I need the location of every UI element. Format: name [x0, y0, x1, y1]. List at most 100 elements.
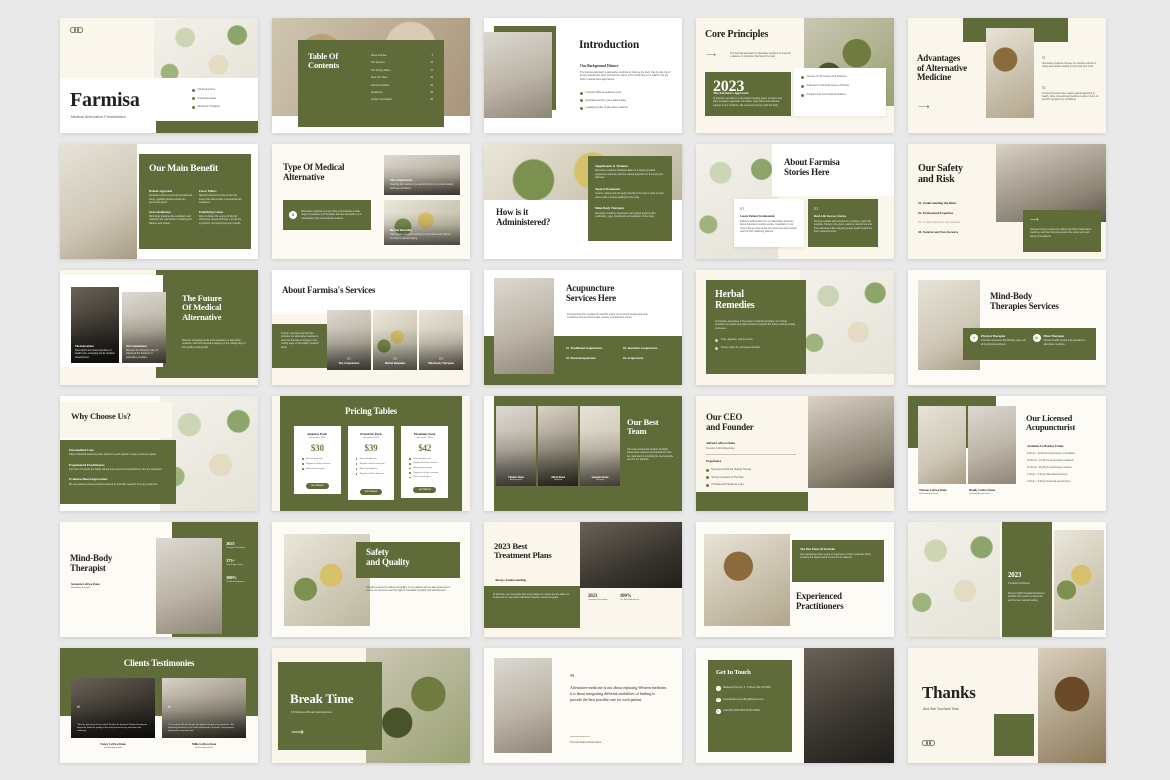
arrow-right-icon: ⟶ — [706, 52, 717, 59]
ep-photo-1 — [704, 534, 790, 626]
ceo-section: Experience — [706, 459, 722, 463]
slide-about-stories[interactable]: About Farmisa Stories Here 01 Latest Pat… — [696, 144, 894, 259]
team-photo-2[interactable]: Alfred Dane Herbalist — [538, 406, 578, 486]
mbs-card: ✿ Mind Therapies Mental simplify mental … — [1032, 334, 1090, 354]
type-card-photo-2[interactable]: Herbal Remedies Uses plants and plant ex… — [384, 200, 460, 245]
core-card: 2023 The Farmisa's approach At Farmisa, … — [705, 72, 791, 116]
slide-acupuncture[interactable]: Acupuncture Services Here Find inserting… — [484, 270, 682, 385]
slide-quotation[interactable]: “ Alternative medicine is not about repl… — [484, 648, 682, 763]
team-photo-3[interactable]: Samanta Dane Therapist — [580, 406, 620, 486]
benefit-items: Holistic Approach Considers whole person… — [149, 189, 243, 225]
pricing-cta-premium[interactable]: Get Started — [359, 488, 383, 495]
pricing-card-premium[interactable]: Premium Pack per month / 2023 $39 Free o… — [347, 426, 395, 500]
ct-card-2[interactable]: “ "It's a natural with the therapy that … — [162, 678, 246, 738]
ct-card-1[interactable]: “ "Was the place best of care which Farm… — [71, 678, 155, 738]
slide-mindbody-services[interactable]: Mind-Body Therapies Services ✦ Physical … — [908, 270, 1106, 385]
pf-subtitle: Therapist Techniques — [1008, 583, 1030, 585]
check-dot-icon — [355, 463, 358, 465]
slide-introduction[interactable]: Introduction Our Background History The … — [484, 18, 682, 133]
check-dot-icon — [302, 468, 304, 470]
pricing-cta-platinum[interactable]: Get Started — [413, 486, 437, 493]
slide-cover[interactable]: Farmisa Medical Alternative Presentation… — [60, 18, 258, 133]
divider — [570, 736, 590, 737]
slide-pricing[interactable]: Pricing Tables Regular Pack per month / … — [272, 396, 470, 511]
slide-future-medical[interactable]: The Innovations New topics and newer pra… — [60, 270, 258, 385]
tp-title: 2023 Best Treatment Plans — [494, 541, 552, 561]
why-item: Personalized Care Offers individual trea… — [69, 448, 157, 457]
bullet-dot-icon — [706, 483, 709, 487]
service-card-3[interactable]: 03 Mind-body Therapies — [419, 310, 463, 370]
check-dot-icon — [302, 463, 304, 465]
future-photo-1[interactable]: The Innovations New topics and newer pra… — [71, 287, 119, 363]
slide-table-of-contents[interactable]: Table Of Contents About Farmisa 3 Our Ser… — [272, 18, 470, 133]
slide-safety-risk[interactable]: Our Safety and Risk 01. Understanding th… — [908, 144, 1106, 259]
slide-experienced-practitioners[interactable]: The Best Point Of Portfolio Our practiti… — [696, 522, 894, 637]
slide-advantages[interactable]: Advantages of Alternative Medicine ⟶ 01 … — [908, 18, 1106, 133]
tp-stat: 2023 Therapist Techniques — [588, 594, 608, 602]
adv-num-1: 01 — [1042, 56, 1046, 60]
bullet-dot-icon — [715, 346, 718, 350]
benefit-item: Holistic Approach Considers whole person… — [149, 189, 193, 205]
mbs-card-strip: ✦ Physical Therapies Treat the movement … — [963, 328, 1096, 360]
stories-card-1[interactable]: 01 Latest Patient Testimonials Patients … — [734, 199, 804, 247]
slide-mindbody-therapist[interactable]: Mind-Body Therapist Samanta LeDwa Dane M… — [60, 522, 258, 637]
mind-therapy-icon: ✿ — [1032, 334, 1041, 342]
bullet-dot-icon — [715, 338, 718, 342]
safety-title: Our Safety and Risk — [918, 163, 963, 185]
slide-thanks[interactable]: Thanks And See You Next Time — [908, 648, 1106, 763]
slide-licensed-acupuncturist[interactable]: Thomas LeDwa Dane Senior Acupuncturist R… — [908, 396, 1106, 511]
herbal-title: Herbal Remedies — [715, 289, 755, 311]
type-card-photo-1[interactable]: The Acupuncture Inserting thin needles i… — [384, 155, 460, 195]
slide-testimonies[interactable]: Clients Testimonies “ "Was the place bes… — [60, 648, 258, 763]
slide-how-administered[interactable]: How is it Administered? Supplements & Vi… — [484, 144, 682, 259]
why-panel: Personalized Care Offers individual trea… — [60, 440, 176, 504]
pricing-card-regular[interactable]: Regular Pack per month / 2023 $30 Free o… — [294, 426, 341, 494]
git-title: Get In Touch — [716, 669, 751, 676]
mbs-title: Mind-Body Therapies Services — [990, 291, 1059, 311]
slide-about-services[interactable]: About Farmisa's Services Find an overvie… — [272, 270, 470, 385]
check-dot-icon — [409, 472, 411, 474]
bullet-dot-icon — [580, 91, 583, 95]
check-dot-icon — [302, 458, 304, 460]
pf-photo-2 — [1054, 530, 1104, 630]
type-title: Type Of Medical Alternative — [283, 162, 345, 182]
arrow-right-icon: ⟶ — [291, 727, 304, 737]
slide-safety-quality[interactable]: Safety and Quality Farmisa ensures the s… — [272, 522, 470, 637]
future-title: The Future Of Medical Alternative — [182, 293, 222, 322]
pricing-card-platinum[interactable]: Platinum Pack per month / 2023 $42 Free … — [401, 426, 449, 498]
cover-bullets: Old Acupuncture Herbal Remedies Mind-bod… — [192, 88, 250, 109]
core-card-title: The Farmisa's approach — [713, 91, 749, 95]
slide-ceo-founder[interactable]: Our CEO and Founder Alfred LeDwa Dane Fo… — [696, 396, 894, 511]
service-card-2[interactable]: 02 Herbal Remedies — [373, 310, 417, 370]
slide-herbal-remedies[interactable]: Herbal Remedies At Farmisa, we believe i… — [696, 270, 894, 385]
bullet-dot-icon — [801, 75, 804, 79]
slide-treatment-plans[interactable]: 2023 Best Treatment Plans Always Underst… — [484, 522, 682, 637]
bullet-dot-icon — [801, 84, 804, 88]
slide-core-principles[interactable]: Core Principles ⟶ The Farmisa approach t… — [696, 18, 894, 133]
slide-type-medical[interactable]: Type Of Medical Alternative ✿ Alternativ… — [272, 144, 470, 259]
slide-break-time[interactable]: Break Time 15 Minutes Break Estimations … — [272, 648, 470, 763]
cover-olive-bar — [156, 121, 258, 133]
lic-role-2: Licensed Acupuncturist — [969, 493, 991, 495]
physical-therapy-icon: ✦ — [970, 334, 978, 342]
sq-title: Safety and Quality — [366, 547, 410, 567]
lic-name-1: Thomas LeDwa Dane — [919, 488, 947, 492]
stories-card-2[interactable]: 02 Real-Life Success Stories Find the re… — [808, 199, 878, 247]
herbal-photo — [800, 270, 894, 374]
core-card-body: At Farmisa, we believe in the holistic h… — [713, 97, 782, 107]
pricing-cta-regular[interactable]: Get Started — [306, 482, 329, 489]
slide-why-choose-us[interactable]: Why Choose Us? Personalized Care Offers … — [60, 396, 258, 511]
check-dot-icon — [409, 476, 411, 479]
admin-panel: Supplements & Vitamins Alternative medic… — [588, 156, 672, 241]
slide-main-benefit[interactable]: Our Main Benefit Holistic Approach Consi… — [60, 144, 258, 259]
service-card-1[interactable]: 01 The Acupuncture — [327, 310, 371, 370]
team-photo-1[interactable]: Thomas Dane Acupuncturist — [496, 406, 536, 486]
future-photo-2[interactable]: Our Commitment Discover the farmisa's wa… — [122, 292, 166, 363]
lic-role-1: Senior Acupuncturist — [919, 493, 939, 495]
slide-portfolio-2023[interactable]: 2023 Therapist Techniques Find our 2023 … — [908, 522, 1106, 637]
slide-get-in-touch[interactable]: Get In Touch ⌂ Marketing Pop-Up, 4 - 5 St… — [696, 648, 894, 763]
slide-best-team[interactable]: Thomas Dane Acupuncturist Alfred Dane He… — [484, 396, 682, 511]
type-note-card: ✿ Alternative medicine is a term that en… — [283, 200, 371, 230]
cover-title: Farmisa — [70, 89, 140, 111]
pricing-title: Pricing Tables — [345, 406, 397, 416]
